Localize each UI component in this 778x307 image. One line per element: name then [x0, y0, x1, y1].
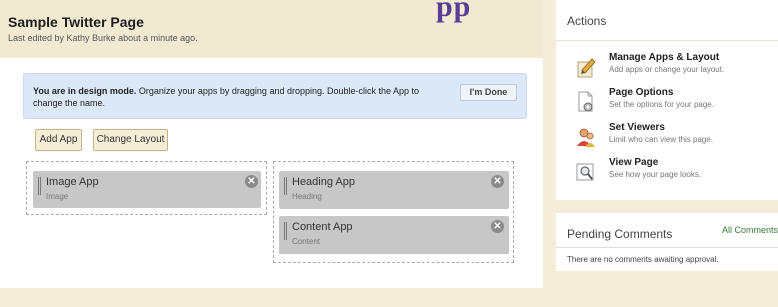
app-type: Image — [46, 192, 69, 201]
app-type: Content — [292, 237, 321, 246]
pencil-paper-icon — [577, 58, 596, 78]
action-set-viewers[interactable]: Set Viewers Limit who can view this page… — [556, 122, 778, 156]
action-desc: Limit who can view this page. — [609, 135, 714, 144]
close-icon[interactable]: ✕ — [491, 220, 504, 233]
action-label[interactable]: Page Options — [609, 87, 673, 98]
no-comments-text: There are no comments awaiting approval. — [567, 255, 719, 264]
im-done-button[interactable]: I'm Done — [460, 84, 517, 101]
action-label[interactable]: Manage Apps & Layout — [609, 52, 719, 63]
actions-header: Actions — [556, 0, 778, 41]
page-canvas: Sample Twitter Page Last edited by Kathy… — [0, 0, 543, 288]
drag-handle-icon[interactable] — [284, 177, 287, 195]
heading-app-box[interactable]: Heading App Heading ✕ — [279, 171, 509, 209]
actions-panel: Actions Manage Apps & Layout Add apps or… — [556, 0, 778, 200]
app-title: Heading App — [292, 176, 355, 188]
layout-column-right: Heading App Heading ✕ Content App Conten… — [273, 161, 514, 263]
app-type: Heading — [292, 192, 322, 201]
page-header: Sample Twitter Page Last edited by Kathy… — [0, 0, 543, 58]
page-settings-icon — [578, 91, 593, 112]
action-label[interactable]: View Page — [609, 157, 658, 168]
drag-handle-icon[interactable] — [284, 222, 287, 240]
action-manage-apps[interactable]: Manage Apps & Layout Add apps or change … — [556, 52, 778, 86]
layout-column-left: Image App Image ✕ — [26, 161, 267, 215]
page-title: Sample Twitter Page — [8, 14, 144, 30]
image-app-box[interactable]: Image App Image ✕ — [33, 171, 261, 208]
users-icon — [577, 128, 595, 147]
divider — [556, 247, 778, 248]
actions-title: Actions — [567, 14, 607, 28]
page-footer — [0, 288, 543, 307]
pending-comments-title: Pending Comments — [567, 227, 673, 241]
brand-fragment: pp — [436, 0, 472, 23]
close-icon[interactable]: ✕ — [245, 175, 258, 188]
action-view-page[interactable]: View Page See how your page looks. — [556, 157, 778, 191]
action-page-options[interactable]: Page Options Set the options for your pa… — [556, 87, 778, 121]
add-app-button[interactable]: Add App — [35, 129, 82, 151]
pending-comments-panel: Pending Comments All Comments There are … — [556, 213, 778, 271]
design-mode-text: You are in design mode. Organize your ap… — [33, 85, 443, 109]
drag-handle-icon[interactable] — [38, 177, 41, 195]
close-icon[interactable]: ✕ — [491, 175, 504, 188]
action-desc: Add apps or change your layout. — [609, 65, 725, 74]
design-mode-banner: You are in design mode. Organize your ap… — [23, 73, 527, 119]
last-edited-text: Last edited by Kathy Burke about a minut… — [8, 33, 198, 43]
all-comments-link[interactable]: All Comments — [722, 225, 778, 235]
change-layout-button[interactable]: Change Layout — [93, 129, 168, 151]
action-desc: See how your page looks. — [609, 170, 702, 179]
action-desc: Set the options for your page. — [609, 100, 714, 109]
content-app-box[interactable]: Content App Content ✕ — [279, 216, 509, 254]
app-title: Content App — [292, 221, 353, 233]
action-label[interactable]: Set Viewers — [609, 122, 665, 133]
design-mode-bold: You are in design mode. — [33, 86, 137, 96]
app-title: Image App — [46, 176, 99, 188]
magnifier-page-icon — [576, 163, 594, 181]
